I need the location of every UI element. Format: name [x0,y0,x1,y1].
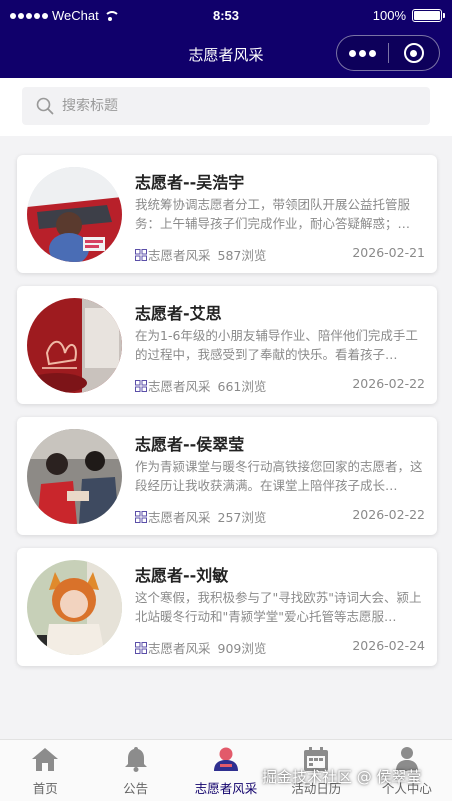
article-views: 661浏览 [217,379,267,394]
article-card[interactable]: 志愿者--刘敏 这个寒假，我积极参与了"寻找欧苏"诗词大会、颍上北站暖冬行动和"… [17,548,437,666]
tab-label: 志愿者风采 [194,781,258,796]
battery-percent: 100% [372,8,406,23]
close-button[interactable] [388,36,439,70]
article-views: 909浏览 [217,641,267,656]
article-category: 志愿者风采 [148,379,211,394]
tab-volunteer-showcase[interactable]: 志愿者风采 [181,740,271,801]
miniprogram-capsule [336,35,440,71]
article-meta: 志愿者风采 587浏览 [135,245,266,264]
bell-icon [124,747,147,772]
article-card[interactable]: 志愿者--侯翠莹 作为青颍课堂与暖冬行动高铁接您回家的志愿者，这段经历让我收获满… [17,417,437,535]
category-grid-icon [135,379,147,392]
watermark: 掘金技术社区 @ 侯翠莹 [262,768,422,786]
article-date: 2026-02-24 [352,638,425,653]
search-input[interactable] [62,98,392,114]
article-date: 2026-02-22 [352,376,425,391]
article-date: 2026-02-22 [352,507,425,522]
target-icon [403,43,424,63]
category-grid-icon [135,641,147,654]
article-date: 2026-02-21 [352,245,425,260]
article-title: 志愿者--刘敏 [135,566,229,585]
article-summary: 这个寒假，我积极参与了"寻找欧苏"诗词大会、颍上北站暖冬行动和"青颍学堂"爱心托… [135,590,422,624]
search-icon [36,97,54,115]
article-meta: 志愿者风采 909浏览 [135,638,266,657]
nav-bar: 志愿者风采 [0,30,452,78]
article-thumbnail [27,298,122,393]
more-button[interactable] [337,36,388,70]
home-icon [32,748,59,771]
volunteer-icon [214,747,239,771]
category-grid-icon [135,510,147,523]
search-box[interactable] [22,87,430,125]
battery-indicator: 100% [372,8,445,23]
tab-home[interactable]: 首页 [0,740,90,801]
article-meta: 志愿者风采 257浏览 [135,507,266,526]
category-grid-icon [135,248,147,261]
tab-announcements[interactable]: 公告 [90,740,180,801]
article-views: 257浏览 [217,510,267,525]
article-title: 志愿者--侯翠莹 [135,435,245,454]
article-summary: 在为1-6年级的小朋友辅导作业、陪伴他们完成手工的过程中，我感受到了奉献的快乐。… [135,328,418,362]
article-title: 志愿者--吴浩宇 [135,173,245,192]
article-card[interactable]: 志愿者--吴浩宇 我统筹协调志愿者分工，带领团队开展公益托管服务：上午辅导孩子们… [17,155,437,273]
article-category: 志愿者风采 [148,510,211,525]
article-views: 587浏览 [217,248,267,263]
article-thumbnail [27,560,122,655]
article-meta: 志愿者风采 661浏览 [135,376,266,395]
article-summary: 我统筹协调志愿者分工，带领团队开展公益托管服务：上午辅导孩子们完成作业，耐心答疑… [135,197,411,231]
article-thumbnail [27,429,122,524]
article-category: 志愿者风采 [148,641,211,656]
status-bar: WeChat 8:53 100% [0,0,452,30]
battery-icon [412,9,445,22]
article-title: 志愿者-艾思 [135,304,222,323]
tab-label: 公告 [123,781,149,796]
article-thumbnail [27,167,122,262]
tab-label: 首页 [32,781,58,796]
article-summary: 作为青颍课堂与暖冬行动高铁接您回家的志愿者，这段经历让我收获满满。在课堂上陪伴孩… [135,459,423,493]
search-bar [0,78,452,136]
article-list: 志愿者--吴浩宇 我统筹协调志愿者分工，带领团队开展公益托管服务：上午辅导孩子们… [17,155,437,679]
article-card[interactable]: 志愿者-艾思 在为1-6年级的小朋友辅导作业、陪伴他们完成手工的过程中，我感受到… [17,286,437,404]
article-category: 志愿者风采 [148,248,211,263]
